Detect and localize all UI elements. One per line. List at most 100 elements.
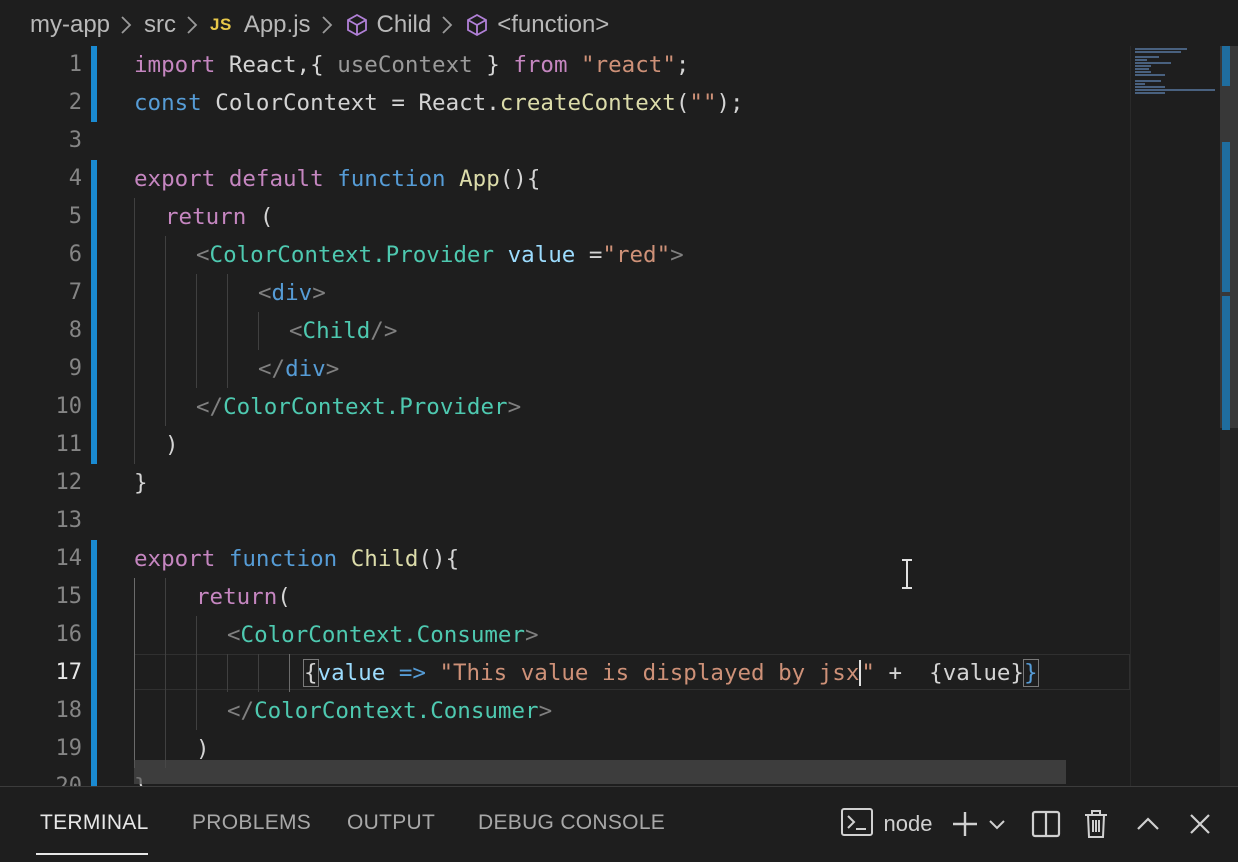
indent-guide	[227, 350, 228, 388]
tab-output[interactable]: OUTPUT	[347, 787, 435, 861]
plus-icon[interactable]	[948, 787, 982, 861]
code-line[interactable]: 11 )	[0, 426, 1130, 464]
code-line[interactable]: 6 <ColorContext.Provider value ="red">	[0, 236, 1130, 274]
minimap-line	[1135, 51, 1181, 53]
symbol-method-icon	[465, 13, 489, 37]
code-line[interactable]: 16 <ColorContext.Consumer>	[0, 616, 1130, 654]
vertical-scrollbar[interactable]	[1220, 46, 1238, 786]
code-text: {value => "This value is displayed by js…	[303, 659, 1039, 687]
minimap-line	[1135, 89, 1215, 91]
chevron-up-icon[interactable]	[1130, 787, 1166, 861]
scrollbar-change-marker	[1222, 296, 1230, 430]
code-text: </div>	[258, 356, 340, 382]
scrollbar-change-marker	[1222, 142, 1230, 292]
gutter-modified-marker	[91, 540, 97, 578]
text-ibeam-cursor-icon	[900, 558, 914, 595]
indent-guide	[134, 578, 135, 616]
gutter-modified-marker	[91, 426, 97, 464]
code-line[interactable]: 18 </ColorContext.Consumer>	[0, 692, 1130, 730]
minimap-line	[1135, 56, 1159, 58]
code-line[interactable]: 1 import React,{ useContext } from "reac…	[0, 46, 1130, 84]
code-line[interactable]: 14 export function Child(){	[0, 540, 1130, 578]
js-file-icon: JS	[210, 15, 232, 34]
split-icon[interactable]	[1028, 787, 1064, 861]
breadcrumb-item-my-app[interactable]: my-app	[30, 11, 110, 39]
code-line[interactable]: 10 </ColorContext.Provider>	[0, 388, 1130, 426]
text-cursor: "	[859, 660, 875, 686]
chevron-right-icon	[186, 15, 198, 35]
indent-guide	[165, 388, 166, 426]
indent-guide	[227, 654, 228, 692]
tab-problems[interactable]: PROBLEMS	[192, 787, 311, 861]
gutter-modified-marker	[91, 578, 97, 616]
indent-guide	[134, 312, 135, 350]
breadcrumb-label: App.js	[243, 11, 311, 38]
tab-terminal[interactable]: TERMINAL	[40, 787, 149, 861]
indent-guide	[196, 616, 197, 654]
line-number: 11	[55, 432, 83, 457]
chevron-down-icon[interactable]	[986, 787, 1008, 861]
code-text: return(	[196, 584, 291, 610]
indent-guide	[165, 654, 166, 692]
breadcrumb-label: Child	[376, 11, 432, 38]
code-text: export default function App(){	[134, 166, 541, 192]
code-line[interactable]: 13	[0, 502, 1130, 540]
line-number: 15	[55, 584, 83, 609]
breadcrumb-item-app-js[interactable]: JS App.js	[210, 11, 311, 39]
indent-guide	[134, 654, 135, 692]
indent-guide	[134, 426, 135, 464]
code-text: <ColorContext.Provider value ="red">	[196, 242, 684, 268]
code-text: const ColorContext = React.createContext…	[134, 90, 744, 116]
bottom-panel: TERMINAL PROBLEMS OUTPUT DEBUG CONSOLE n…	[0, 786, 1238, 862]
line-number: 20	[0, 768, 83, 786]
code-line[interactable]: 12 }	[0, 464, 1130, 502]
horizontal-scrollbar[interactable]	[134, 760, 1066, 784]
indent-guide	[289, 654, 290, 692]
code-line[interactable]: 3	[0, 122, 1130, 160]
code-text: <div>	[258, 280, 326, 306]
minimap-line	[1135, 80, 1161, 82]
code-line[interactable]: 8 <Child/>	[0, 312, 1130, 350]
code-text: )	[165, 432, 179, 458]
breadcrumb-item-child[interactable]: Child	[345, 11, 432, 39]
code-editor[interactable]: 1 import React,{ useContext } from "reac…	[0, 46, 1238, 786]
gutter-modified-marker	[91, 46, 97, 84]
gutter-modified-marker	[91, 84, 97, 122]
indent-guide	[227, 312, 228, 350]
line-number: 18	[55, 698, 83, 723]
line-number: 17	[55, 660, 83, 685]
code-line-active[interactable]: 17 {value => "This value is displayed by…	[0, 654, 1130, 692]
code-line[interactable]: 7 <div>	[0, 274, 1130, 312]
minimap-line	[1135, 68, 1149, 70]
minimap-line	[1135, 65, 1151, 67]
indent-guide	[196, 654, 197, 692]
line-number: 12	[55, 470, 83, 495]
close-icon[interactable]	[1182, 787, 1218, 861]
code-text: <Child/>	[289, 318, 398, 344]
code-line[interactable]: 4 export default function App(){	[0, 160, 1130, 198]
line-number: 1	[68, 52, 82, 77]
breadcrumb-item-function[interactable]: <function>	[465, 11, 609, 39]
minimap[interactable]	[1130, 46, 1221, 786]
breadcrumb-item-src[interactable]: src	[144, 11, 176, 39]
code-line[interactable]: 5 return (	[0, 198, 1130, 236]
line-number: 8	[68, 318, 82, 343]
minimap-line	[1135, 62, 1171, 64]
terminal-instance-selector[interactable]: node	[836, 787, 936, 861]
breadcrumb: my-app src JS App.js Child <function>	[0, 0, 1238, 50]
terminal-icon	[840, 807, 874, 842]
code-text: </ColorContext.Consumer>	[227, 698, 553, 724]
line-number: 6	[68, 242, 82, 267]
gutter-modified-marker	[91, 692, 97, 730]
trash-icon[interactable]	[1078, 787, 1114, 861]
symbol-method-icon	[345, 13, 369, 37]
breadcrumb-label: <function>	[497, 11, 610, 38]
indent-guide	[165, 312, 166, 350]
tab-debug-console[interactable]: DEBUG CONSOLE	[478, 787, 665, 861]
minimap-line	[1135, 59, 1147, 61]
code-line[interactable]: 15 return(	[0, 578, 1130, 616]
code-line[interactable]: 9 </div>	[0, 350, 1130, 388]
minimap-line	[1135, 83, 1145, 85]
indent-guide	[258, 312, 259, 350]
code-line[interactable]: 2 const ColorContext = React.createConte…	[0, 84, 1130, 122]
